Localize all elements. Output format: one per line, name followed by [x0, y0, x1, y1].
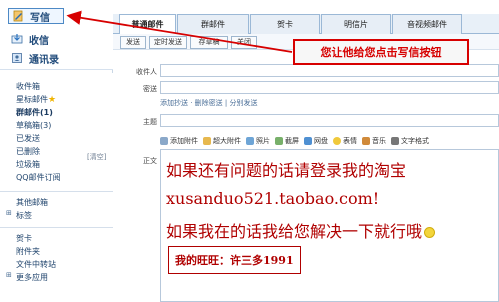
- mail-client-window: { "left_nav": { "compose": "写信", "inbox"…: [0, 0, 499, 302]
- callout-arrow: [66, 10, 293, 53]
